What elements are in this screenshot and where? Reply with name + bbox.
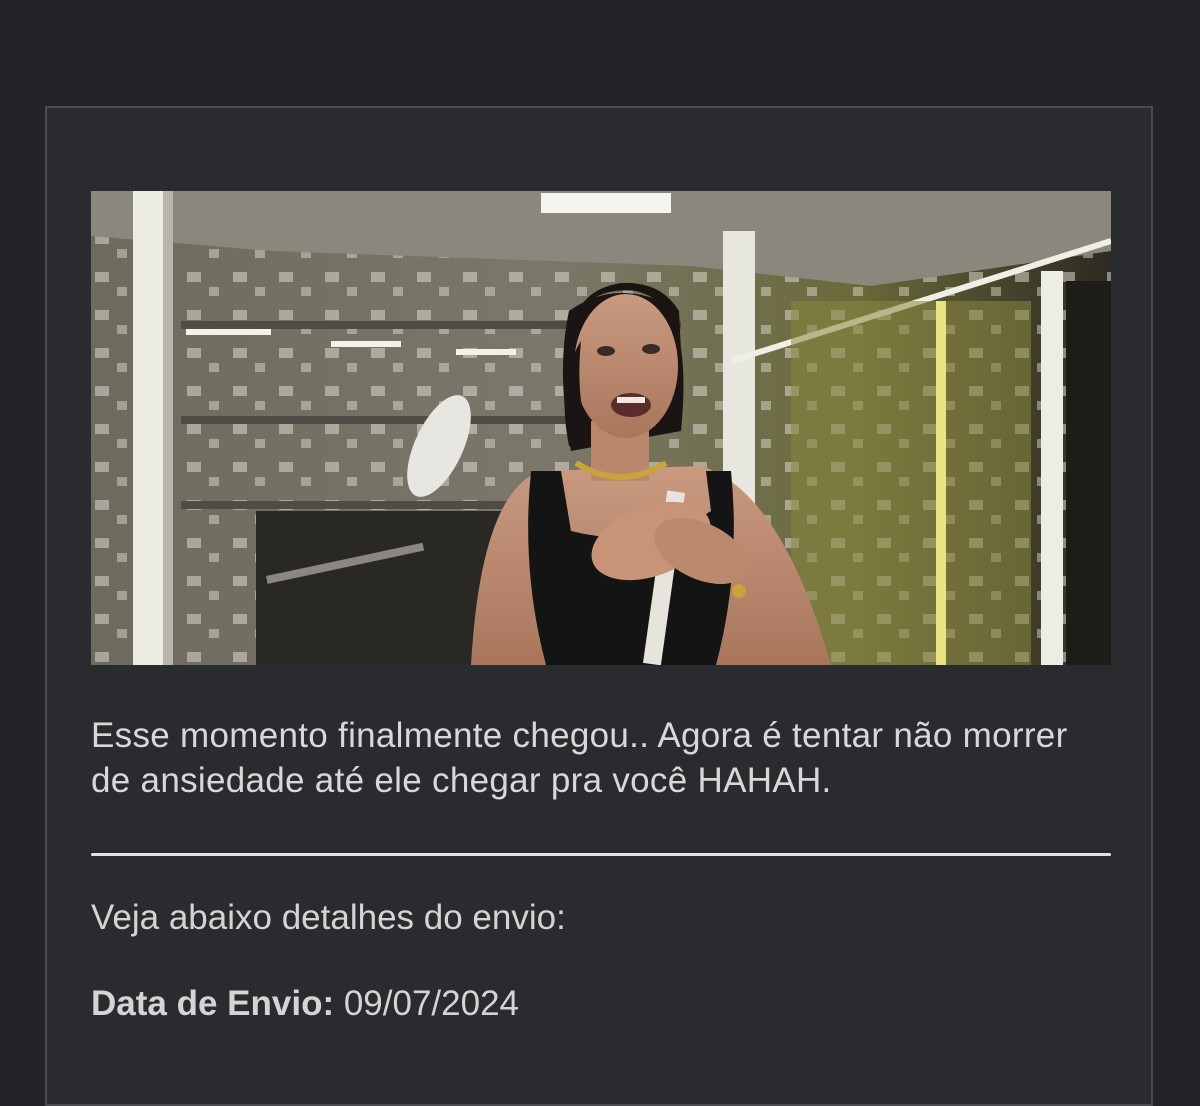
- divider: [91, 853, 1111, 856]
- email-card: Esse momento finalmente chegou.. Agora é…: [45, 106, 1153, 1106]
- hero-gif-image: [91, 191, 1111, 665]
- details-intro: Veja abaixo detalhes do envio:: [91, 898, 566, 937]
- email-message: Esse momento finalmente chegou.. Agora é…: [91, 716, 1068, 800]
- crying-woman-illustration: [91, 191, 1111, 665]
- send-date-label: Data de Envio:: [91, 984, 335, 1023]
- send-date-value: 09/07/2024: [343, 984, 520, 1023]
- send-date-row: Data de Envio: 09/07/2024: [91, 981, 519, 1026]
